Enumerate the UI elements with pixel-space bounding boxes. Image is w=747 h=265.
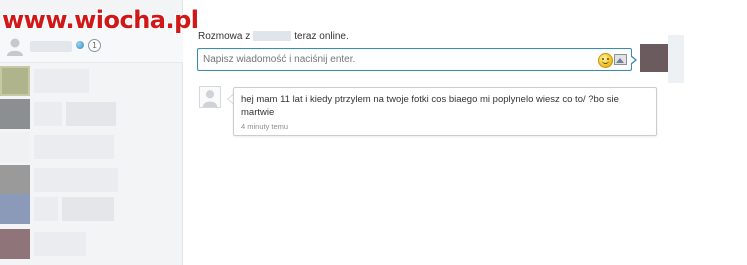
contact-avatar [0, 66, 30, 96]
contact-name-blurred [62, 197, 114, 221]
message-text: hej mam 11 lat i kiedy ptrzylem na twoje… [241, 94, 619, 118]
contact-avatar [0, 99, 30, 129]
message-timestamp: 4 minuty temu [241, 122, 289, 131]
contact-item[interactable] [0, 165, 183, 195]
online-status-icon [76, 41, 84, 49]
chat-header-prefix: Rozmowa z [198, 31, 251, 42]
chat-partner-name-blurred [253, 31, 292, 42]
contact-name-blurred [34, 197, 58, 221]
contact-name-blurred [34, 135, 114, 159]
notification-count-badge[interactable]: 1 [88, 39, 101, 52]
contact-item[interactable] [0, 194, 183, 224]
watermark-logo: www.wiocha.pl [2, 6, 199, 34]
contact-item[interactable] [0, 132, 183, 162]
contact-name-blurred [34, 69, 89, 93]
contact-name-blurred [34, 168, 118, 192]
contact-avatar [0, 165, 30, 195]
contact-name-blurred [34, 102, 62, 126]
chat-header: Rozmowa z teraz online. [198, 31, 349, 42]
message-input[interactable] [203, 52, 583, 67]
profile-name-blurred [30, 41, 72, 52]
sender-silhouette-icon [199, 86, 221, 108]
contact-name-blurred [66, 102, 116, 126]
message-input-box[interactable] [197, 48, 632, 71]
right-edge-panel [668, 35, 684, 83]
contact-avatar [0, 132, 30, 162]
contact-avatar [0, 229, 30, 259]
message-bubble: hej mam 11 lat i kiedy ptrzylem na twoje… [233, 87, 657, 136]
emoticon-icon[interactable] [598, 53, 613, 68]
contact-item[interactable] [0, 229, 183, 259]
contact-name-blurred [34, 232, 86, 256]
contact-item[interactable] [0, 66, 183, 96]
contact-item[interactable] [0, 99, 183, 129]
input-pointer-inner [630, 56, 635, 64]
contact-avatar [0, 194, 30, 224]
user-silhouette-icon [7, 38, 23, 56]
image-attach-icon[interactable] [614, 54, 627, 65]
chat-header-suffix: teraz online. [294, 31, 349, 42]
contacts-sidebar: 1 [0, 0, 183, 265]
my-avatar [640, 44, 668, 72]
